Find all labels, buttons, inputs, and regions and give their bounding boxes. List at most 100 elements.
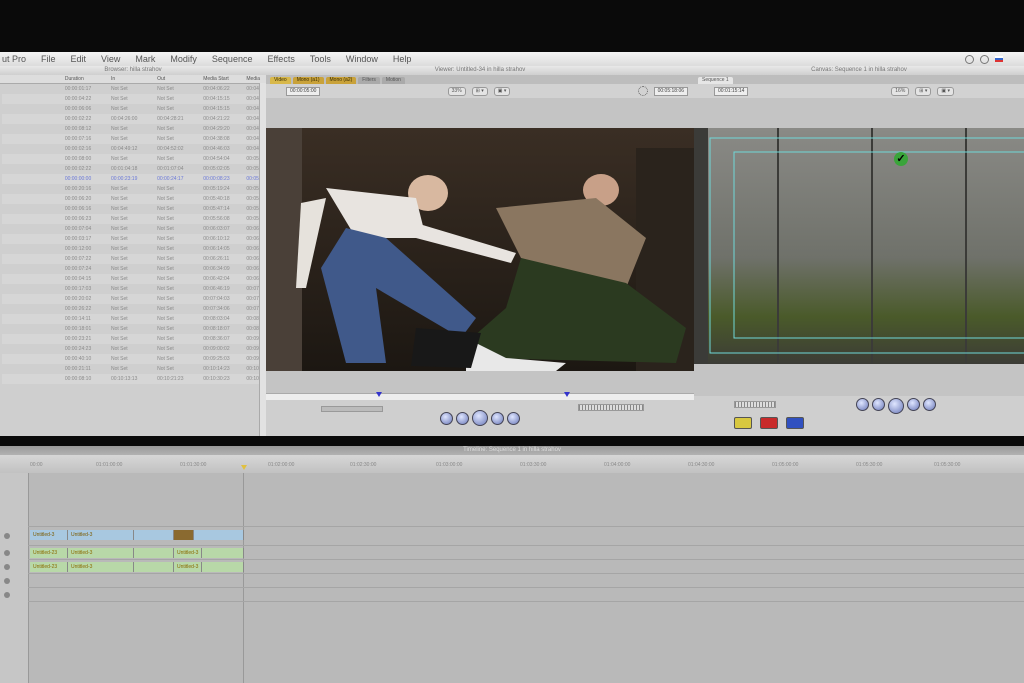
- table-row[interactable]: 00:00:26:22 Not Set Not Set 00:07:34:06 00:0…: [2, 304, 266, 314]
- menu-effects[interactable]: Effects: [267, 54, 294, 64]
- menu-help[interactable]: Help: [393, 54, 412, 64]
- viewer-shuttle-slider[interactable]: [321, 406, 383, 412]
- tab-video[interactable]: Video: [270, 77, 291, 84]
- flag-icon[interactable]: [995, 56, 1003, 62]
- insert-edit-button[interactable]: [734, 417, 752, 429]
- audio-clip-a1[interactable]: [134, 548, 174, 558]
- audio-clip-a2[interactable]: Untitled-3: [68, 562, 134, 572]
- canvas-previous-edit-icon[interactable]: [872, 398, 885, 411]
- column-header-out[interactable]: Out: [155, 76, 201, 82]
- table-row[interactable]: 00:00:07:22 Not Set Not Set 00:06:26:11 00:0…: [2, 254, 266, 264]
- audio-clip-a1[interactable]: Untitled-23: [30, 548, 68, 558]
- track-toggle-a1[interactable]: [4, 550, 10, 556]
- table-row[interactable]: 00:00:01:17 Not Set Not Set 00:04:06:22 00:0…: [2, 84, 266, 94]
- track-toggle-a4[interactable]: [4, 592, 10, 598]
- table-row[interactable]: 00:00:07:04 Not Set Not Set 00:06:03:07 00:0…: [2, 224, 266, 234]
- audio-clip-a2[interactable]: Untitled-3: [174, 562, 202, 572]
- table-row[interactable]: 00:00:08:12 Not Set Not Set 00:04:29:20 00:0…: [2, 124, 266, 134]
- timeline-playhead[interactable]: [241, 465, 247, 470]
- menu-window[interactable]: Window: [346, 54, 378, 64]
- audio-clip-a2[interactable]: [134, 562, 174, 572]
- column-header-in[interactable]: In: [109, 76, 155, 82]
- canvas-play-icon[interactable]: [888, 398, 904, 414]
- video-clip-short[interactable]: [134, 530, 174, 540]
- table-row[interactable]: 00:00:23:21 Not Set Not Set 00:08:36:07 00:0…: [2, 334, 266, 344]
- tab-mono-a2[interactable]: Mono (a2): [325, 77, 357, 84]
- play-around-icon[interactable]: [507, 411, 520, 425]
- viewer-current-timecode[interactable]: 00:05:18:06: [653, 86, 689, 96]
- next-edit-icon[interactable]: [491, 411, 504, 425]
- clock-icon[interactable]: [965, 54, 974, 64]
- table-row[interactable]: 00:00:06:16 Not Set Not Set 00:05:47:14 00:0…: [2, 204, 266, 214]
- audio-clip-a1[interactable]: Untitled-3: [174, 548, 202, 558]
- viewer-scrubber[interactable]: [266, 392, 694, 400]
- table-row[interactable]: 00:00:12:00 Not Set Not Set 00:06:14:05 00:0…: [2, 244, 266, 254]
- previous-edit-icon[interactable]: [456, 411, 469, 425]
- tab-sequence-1[interactable]: Sequence 1: [698, 77, 733, 84]
- tab-motion[interactable]: Motion: [381, 77, 405, 84]
- table-row[interactable]: 00:00:04:15 Not Set Not Set 00:06:42:04 00:0…: [2, 274, 266, 284]
- audio-clip-a1[interactable]: [202, 548, 244, 558]
- menu-view[interactable]: View: [101, 54, 120, 64]
- table-row[interactable]: 00:00:14:11 Not Set Not Set 00:08:03:04 00:0…: [2, 314, 266, 324]
- viewer-jog-control[interactable]: [578, 404, 644, 411]
- browser-scrollbar[interactable]: [259, 83, 266, 436]
- viewer-zoom-menu[interactable]: 33%: [447, 86, 466, 96]
- menu-edit[interactable]: Edit: [71, 54, 87, 64]
- menu-modify[interactable]: Modify: [170, 54, 197, 64]
- canvas-play-in-to-out-icon[interactable]: [856, 398, 869, 411]
- table-row[interactable]: 00:00:06:23 Not Set Not Set 00:05:56:08 00:0…: [2, 214, 266, 224]
- table-row[interactable]: 00:00:08:00 Not Set Not Set 00:04:54:04 00:0…: [2, 154, 266, 164]
- viewer-overlay-menu[interactable]: ▣ ▾: [493, 86, 511, 96]
- table-row[interactable]: 00:00:02:16 00:04:49:12 00:04:52:02 00:04:4…: [2, 144, 266, 154]
- timeline-ruler[interactable]: 00:00 01:01:00:00 01:01:30:00 01:02:00:0…: [0, 455, 1024, 473]
- canvas-zoom-menu[interactable]: 16%: [891, 86, 910, 96]
- video-clip-short[interactable]: [194, 530, 244, 540]
- table-row[interactable]: 00:00:03:17 Not Set Not Set 00:06:10:12 00:0…: [2, 234, 266, 244]
- table-row[interactable]: 00:00:07:24 Not Set Not Set 00:06:34:09 00:0…: [2, 264, 266, 274]
- table-row[interactable]: 00:00:20:16 Not Set Not Set 00:05:19:24 00:0…: [2, 184, 266, 194]
- column-header-duration[interactable]: Duration: [63, 76, 109, 82]
- table-row[interactable]: 00:00:18:01 Not Set Not Set 00:08:18:07 00:0…: [2, 324, 266, 334]
- spotlight-icon[interactable]: [980, 54, 989, 64]
- table-row[interactable]: 00:00:17:03 Not Set Not Set 00:06:46:19 00:0…: [2, 284, 266, 294]
- table-row[interactable]: 00:00:06:06 Not Set Not Set 00:04:15:15 00:0…: [2, 104, 266, 114]
- tab-filters[interactable]: Filters: [358, 77, 380, 84]
- viewer-out-marker[interactable]: [564, 392, 570, 397]
- video-clip[interactable]: [174, 530, 194, 540]
- video-clip[interactable]: Untitled-3: [30, 530, 68, 540]
- table-row[interactable]: 00:00:08:10 00:10:13:13 00:10:21:23 00:10:3…: [2, 374, 266, 384]
- viewer-view-menu[interactable]: ⊞ ▾: [471, 86, 488, 96]
- viewer-duration-timecode[interactable]: 00:00:05:00: [286, 86, 321, 96]
- canvas-timecode[interactable]: 00:01:15:14: [714, 86, 749, 96]
- audio-clip-a2[interactable]: Untitled-23: [30, 562, 68, 572]
- table-row[interactable]: 00:00:02:22 00:04:26:00 00:04:28:21 00:04:2…: [2, 114, 266, 124]
- app-name[interactable]: ut Pro: [2, 54, 26, 64]
- canvas-next-edit-icon[interactable]: [907, 398, 920, 411]
- viewer-sync-icon[interactable]: [637, 86, 648, 96]
- track-toggle-v1[interactable]: [4, 533, 10, 539]
- video-clip[interactable]: Untitled-3: [68, 530, 134, 540]
- table-row[interactable]: 00:00:40:10 Not Set Not Set 00:09:25:03 00:0…: [2, 354, 266, 364]
- tab-mono-a1[interactable]: Mono (a1): [292, 77, 324, 84]
- table-row[interactable]: 00:00:06:20 Not Set Not Set 00:05:40:18 00:0…: [2, 194, 266, 204]
- canvas-shuttle-slider[interactable]: [734, 401, 776, 408]
- replace-edit-button[interactable]: [786, 417, 804, 429]
- menu-mark[interactable]: Mark: [135, 54, 155, 64]
- menu-file[interactable]: File: [41, 54, 56, 64]
- table-row[interactable]: 00:00:00:00 00:00:23:19 00:00:24:17 00:00:0…: [2, 174, 266, 184]
- table-row[interactable]: 00:00:24:23 Not Set Not Set 00:09:00:02 00:0…: [2, 344, 266, 354]
- play-icon[interactable]: [472, 410, 488, 426]
- canvas-overlay-menu[interactable]: ▣ ▾: [937, 86, 954, 96]
- table-row[interactable]: 00:00:07:16 Not Set Not Set 00:04:38:08 00:0…: [2, 134, 266, 144]
- column-header-media-end[interactable]: Media: [244, 76, 266, 82]
- audio-clip-a2[interactable]: [202, 562, 244, 572]
- table-row[interactable]: 00:00:20:02 Not Set Not Set 00:07:04:03 00:0…: [2, 294, 266, 304]
- audio-clip-a1[interactable]: Untitled-3: [68, 548, 134, 558]
- canvas-play-around-icon[interactable]: [923, 398, 936, 411]
- viewer-playhead[interactable]: [376, 392, 382, 397]
- play-in-to-out-icon[interactable]: [440, 411, 453, 425]
- table-row[interactable]: 00:00:21:11 Not Set Not Set 00:10:14:23 00:1…: [2, 364, 266, 374]
- overwrite-edit-button[interactable]: [760, 417, 778, 429]
- column-header-media-start[interactable]: Media Start: [201, 76, 244, 82]
